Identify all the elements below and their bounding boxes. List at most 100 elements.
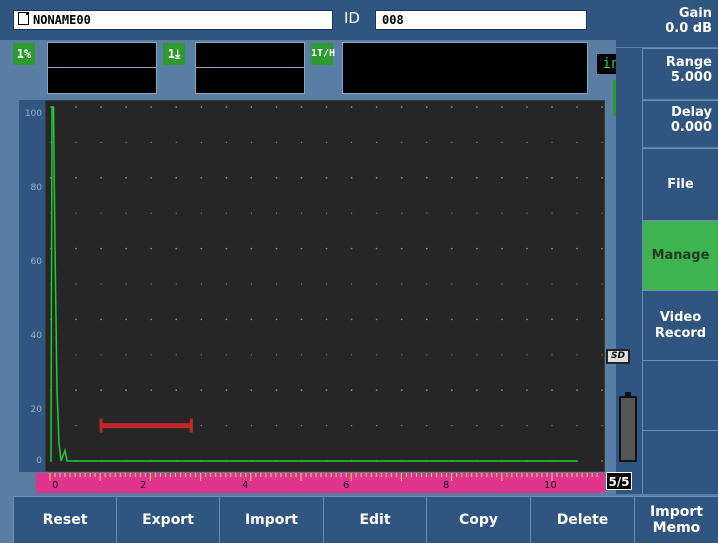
grid-dot	[350, 106, 353, 108]
grid-dot	[150, 176, 153, 179]
grid-dot	[475, 318, 478, 321]
thickness-reading-icon: 1T/H	[311, 43, 335, 65]
ascan-display[interactable]	[45, 100, 605, 472]
side-button-empty-1[interactable]	[642, 360, 718, 430]
y-tick-label: 60	[30, 257, 42, 267]
grid-dot	[601, 283, 603, 285]
grid-dot	[601, 318, 603, 321]
delete-button[interactable]: Delete	[530, 496, 634, 543]
grid-dot	[275, 247, 278, 250]
grid-dot	[275, 354, 278, 356]
manage-button[interactable]: Manage	[642, 220, 718, 290]
grid-dot	[225, 425, 227, 427]
gain-label: Gain	[678, 6, 712, 21]
range-parameter[interactable]: Range 5.000	[642, 48, 718, 100]
grid-dot	[225, 389, 228, 392]
ruler-label: 8	[443, 480, 450, 491]
grid-dot	[300, 389, 303, 392]
grid-dot	[300, 212, 303, 214]
side-button-empty-2[interactable]	[642, 430, 718, 494]
grid-dot	[100, 318, 102, 321]
grid-dot	[476, 425, 478, 427]
grid-dot	[200, 212, 202, 214]
grid-dot	[225, 318, 228, 321]
grid-dot	[300, 354, 303, 356]
grid-dot	[100, 176, 102, 179]
id-label: ID	[344, 9, 360, 27]
grid-dot	[426, 354, 428, 356]
grid-dot	[175, 212, 177, 214]
grid-dot	[601, 212, 603, 214]
grid-dot	[601, 460, 603, 462]
grid-dot	[275, 283, 278, 285]
grid-dot	[100, 389, 102, 392]
grid-dot	[351, 212, 353, 214]
grid-dot	[250, 283, 252, 285]
grid-dot	[426, 212, 428, 214]
grid-dot	[200, 141, 202, 143]
reading-box-3	[342, 42, 588, 94]
grid-dot	[200, 389, 203, 392]
y-tick-label: 80	[30, 183, 42, 193]
grid-dot	[576, 247, 578, 250]
grid-dot	[300, 425, 303, 427]
grid-dot	[150, 389, 153, 392]
grid-dot	[150, 247, 153, 250]
grid-dot	[75, 176, 77, 179]
grid-dot	[125, 176, 128, 179]
grid-dot	[526, 354, 528, 356]
gain-parameter[interactable]: Gain 0.0 dB	[616, 0, 718, 48]
id-field[interactable]: 008	[375, 10, 587, 30]
file-name-text: NONAME00	[33, 13, 91, 27]
reading-box-2	[195, 42, 305, 94]
grid-dot	[250, 389, 253, 392]
grid-dot	[501, 425, 503, 427]
grid-dot	[450, 247, 453, 250]
export-button[interactable]: Export	[116, 496, 219, 543]
grid-dot	[476, 141, 478, 143]
ruler-label: 10	[544, 480, 557, 491]
reset-button[interactable]: Reset	[13, 496, 116, 543]
grid-dot	[200, 283, 202, 285]
import-memo-button[interactable]: Import Memo	[634, 496, 718, 543]
grid-dot	[250, 247, 253, 250]
grid-dot	[200, 425, 202, 427]
grid-dot	[426, 283, 428, 285]
grid-dot	[200, 247, 203, 250]
grid-dot	[450, 389, 453, 392]
edit-button[interactable]: Edit	[323, 496, 426, 543]
grid-dot	[400, 247, 403, 250]
grid-dot	[375, 247, 378, 250]
grid-dot	[275, 141, 278, 143]
grid-dot	[325, 283, 328, 285]
grid-dot	[150, 106, 153, 108]
grid-dot	[451, 141, 453, 143]
grid-dot	[375, 106, 378, 108]
grid-dot	[501, 141, 503, 143]
grid-dot	[475, 389, 478, 392]
delay-parameter[interactable]: Delay 0.000	[642, 100, 718, 148]
sd-card-icon: SD	[606, 349, 630, 364]
grid-dot	[351, 141, 353, 143]
import-button[interactable]: Import	[219, 496, 323, 543]
grid-dot	[325, 354, 328, 356]
grid-dot	[400, 318, 403, 321]
grid-dot	[451, 283, 453, 285]
grid-dot	[200, 354, 202, 356]
grid-dot	[175, 354, 177, 356]
video-record-button[interactable]: Video Record	[642, 290, 718, 360]
file-name-field[interactable]: NONAME00	[13, 10, 333, 30]
grid-dot	[100, 354, 102, 356]
grid-dot	[125, 212, 127, 214]
grid-dot	[476, 283, 478, 285]
grid-dot	[75, 318, 77, 321]
grid-dot	[401, 283, 403, 285]
grid-dot	[576, 318, 578, 321]
copy-button[interactable]: Copy	[426, 496, 530, 543]
grid-dot	[551, 212, 553, 214]
grid-dot	[250, 354, 252, 356]
grid-dot	[75, 354, 77, 356]
ruler-label: 0	[52, 480, 59, 491]
file-button[interactable]: File	[642, 148, 718, 220]
grid-dot	[300, 283, 303, 285]
